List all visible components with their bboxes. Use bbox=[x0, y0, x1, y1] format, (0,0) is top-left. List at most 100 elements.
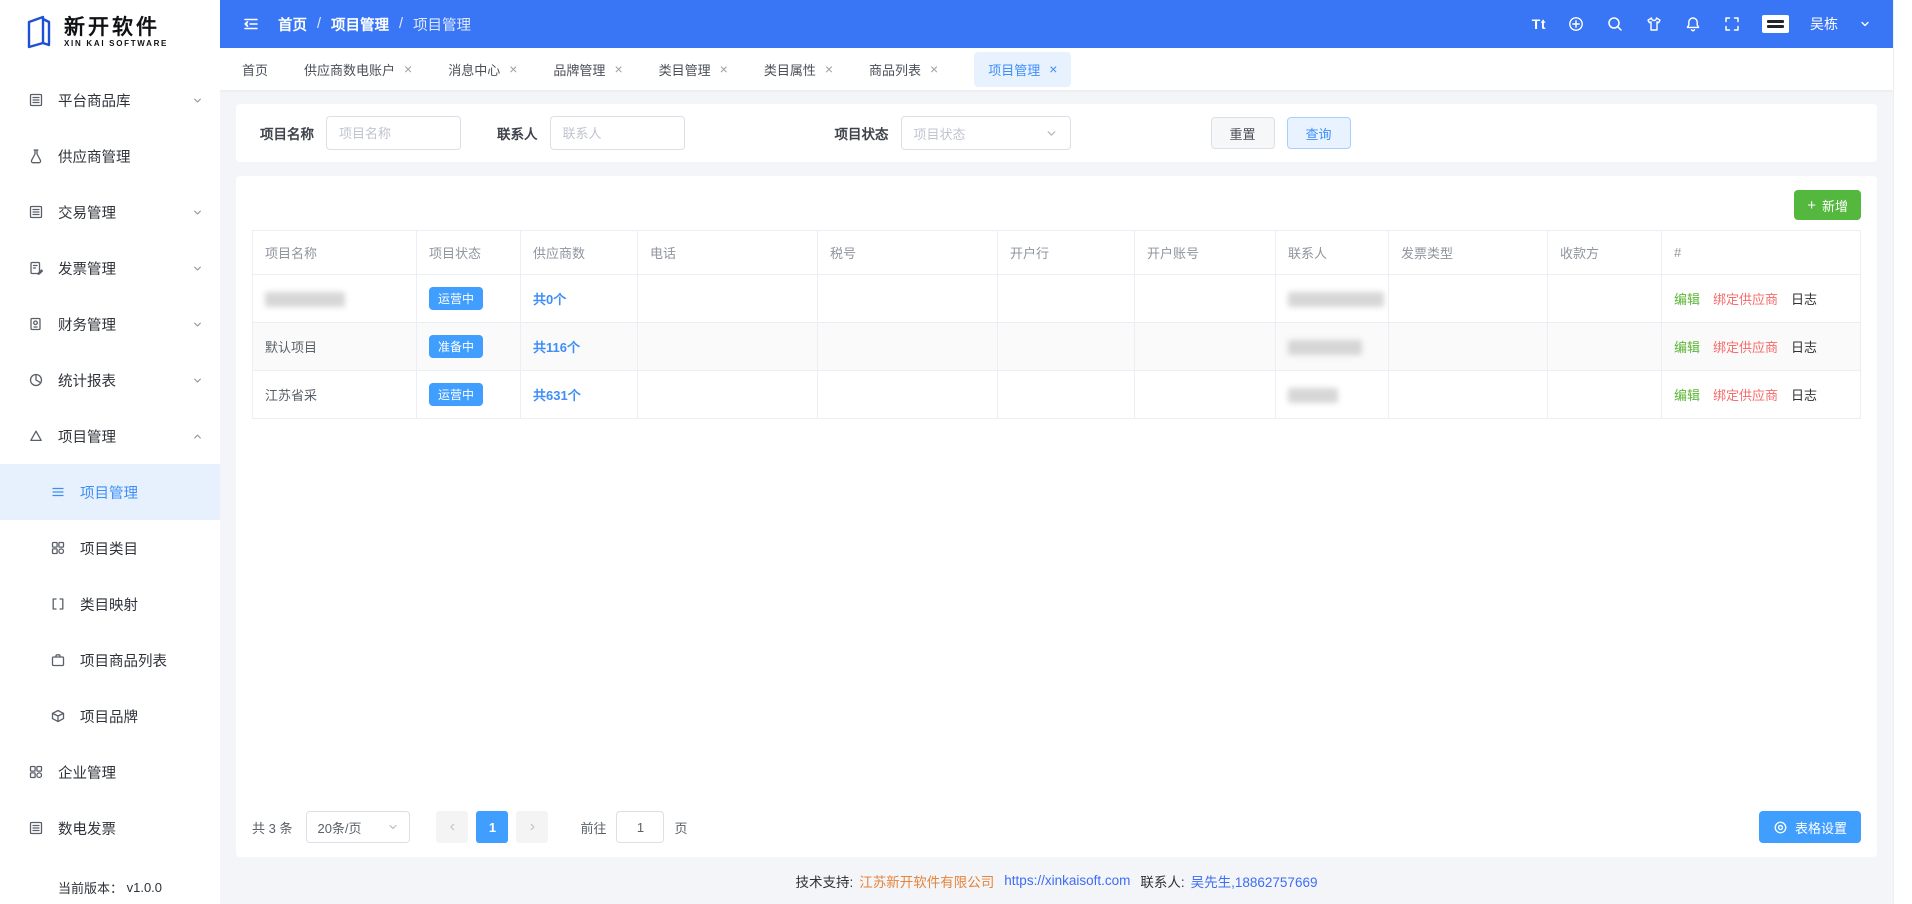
table-settings-button[interactable]: 表格设置 bbox=[1759, 811, 1861, 843]
tab-goods-list[interactable]: 商品列表 × bbox=[869, 60, 938, 79]
font-size-icon[interactable]: Tt bbox=[1532, 16, 1546, 32]
sidebar-item-project-category[interactable]: 项目类目 bbox=[0, 520, 220, 576]
sidebar-item-category-mapping[interactable]: 类目映射 bbox=[0, 576, 220, 632]
breadcrumb-item[interactable]: 首页 bbox=[278, 14, 307, 35]
doc-seal-icon bbox=[28, 316, 44, 332]
sidebar-item-label: 交易管理 bbox=[58, 202, 116, 223]
current-page-button[interactable]: 1 bbox=[476, 811, 508, 843]
app-name: 新开软件 bbox=[64, 16, 168, 39]
edit-link[interactable]: 编辑 bbox=[1674, 388, 1700, 403]
close-icon[interactable]: × bbox=[825, 62, 833, 76]
topbar-actions: Tt 吴栋 bbox=[1532, 14, 1871, 34]
sidebar-item-label: 发票管理 bbox=[58, 258, 116, 279]
sidebar-item-enterprise-mgmt[interactable]: 企业管理 bbox=[0, 744, 220, 800]
column-header: # bbox=[1662, 231, 1861, 275]
edit-link[interactable]: 编辑 bbox=[1674, 292, 1700, 307]
sidebar: 新开软件 XIN KAI SOFTWARE 平台商品库 供应商管理 交易管理 发… bbox=[0, 0, 220, 904]
projects-table: 项目名称项目状态供应商数电话税号开户行开户账号联系人发票类型收款方# 运营中 共… bbox=[252, 230, 1861, 419]
project-name: 江苏省采 bbox=[265, 388, 317, 403]
sidebar-item-project-mgmt-list[interactable]: 项目管理 bbox=[0, 464, 220, 520]
total-count: 共 3 条 bbox=[252, 818, 292, 837]
reset-button[interactable]: 重置 bbox=[1211, 117, 1275, 149]
close-icon[interactable]: × bbox=[404, 62, 412, 76]
log-link[interactable]: 日志 bbox=[1791, 340, 1817, 355]
contact-input[interactable] bbox=[550, 116, 685, 150]
supplier-count-link[interactable]: 共0个 bbox=[533, 292, 566, 307]
supplier-count-link[interactable]: 共116个 bbox=[533, 340, 580, 355]
close-icon[interactable]: × bbox=[509, 62, 517, 76]
supplier-count-link[interactable]: 共631个 bbox=[533, 388, 581, 403]
close-icon[interactable]: × bbox=[614, 62, 622, 76]
close-icon[interactable]: × bbox=[930, 62, 938, 76]
prev-page-button[interactable]: ‹ bbox=[436, 811, 468, 843]
next-page-button[interactable]: › bbox=[516, 811, 548, 843]
log-link[interactable]: 日志 bbox=[1791, 292, 1817, 307]
avatar[interactable] bbox=[1762, 15, 1789, 33]
chevron-down-icon bbox=[191, 318, 204, 331]
goto-page-input[interactable] bbox=[616, 811, 664, 843]
chevron-down-icon[interactable] bbox=[1859, 18, 1871, 30]
column-header: 开户账号 bbox=[1135, 231, 1276, 275]
project-status-select[interactable]: 项目状态 bbox=[901, 116, 1071, 150]
notification-icon[interactable] bbox=[1684, 15, 1702, 33]
search-icon[interactable] bbox=[1606, 15, 1624, 33]
tab-brand-mgmt[interactable]: 品牌管理 × bbox=[553, 60, 622, 79]
page-size-select[interactable]: 20条/页 bbox=[306, 811, 410, 843]
mapping-icon bbox=[50, 596, 66, 612]
list-icon bbox=[28, 92, 44, 108]
sidebar-item-finance-mgmt[interactable]: 财务管理 bbox=[0, 296, 220, 352]
tab-home[interactable]: 首页 bbox=[242, 60, 268, 79]
redacted-text bbox=[1288, 292, 1384, 307]
sidebar-item-trade-mgmt[interactable]: 交易管理 bbox=[0, 184, 220, 240]
tab-category-mgmt[interactable]: 类目管理 × bbox=[659, 60, 728, 79]
sidebar-item-invoice-mgmt[interactable]: 发票管理 bbox=[0, 240, 220, 296]
chart-icon bbox=[28, 372, 44, 388]
sidebar-item-supplier-mgmt[interactable]: 供应商管理 bbox=[0, 128, 220, 184]
top-header: 首页 / 项目管理 / 项目管理 Tt 吴栋 bbox=[220, 0, 1893, 48]
page-unit-label: 页 bbox=[674, 818, 687, 837]
log-link[interactable]: 日志 bbox=[1791, 388, 1817, 403]
footer-contact[interactable]: 吴先生,18862757669 bbox=[1191, 871, 1318, 891]
status-badge: 运营中 bbox=[429, 287, 483, 310]
tab-category-attr[interactable]: 类目属性 × bbox=[764, 60, 833, 79]
sidebar-item-digital-invoice[interactable]: 数电发票 bbox=[0, 800, 220, 856]
sidebar-item-stats-report[interactable]: 统计报表 bbox=[0, 352, 220, 408]
theme-icon[interactable] bbox=[1645, 15, 1663, 33]
breadcrumb-item[interactable]: 项目管理 bbox=[331, 14, 389, 35]
search-button[interactable]: 查询 bbox=[1287, 117, 1351, 149]
tab-label: 项目管理 bbox=[988, 60, 1040, 79]
bind-supplier-link[interactable]: 绑定供应商 bbox=[1713, 340, 1778, 355]
project-name-input[interactable] bbox=[326, 116, 461, 150]
fullscreen-icon[interactable] bbox=[1723, 15, 1741, 33]
breadcrumb-separator: / bbox=[399, 16, 403, 32]
collapse-sidebar-icon[interactable] bbox=[242, 15, 260, 33]
menu-lines-icon bbox=[50, 484, 66, 500]
project-name-label: 项目名称 bbox=[260, 123, 314, 143]
close-icon[interactable]: × bbox=[720, 62, 728, 76]
add-button[interactable]: + 新增 bbox=[1794, 190, 1861, 220]
sidebar-item-project-brand[interactable]: 项目品牌 bbox=[0, 688, 220, 744]
username[interactable]: 吴栋 bbox=[1810, 14, 1838, 34]
sidebar-item-label: 财务管理 bbox=[58, 314, 116, 335]
website-link[interactable]: https://xinkaisoft.com bbox=[1004, 873, 1130, 888]
close-icon[interactable]: × bbox=[1049, 62, 1057, 76]
sidebar-item-project-goods-list[interactable]: 项目商品列表 bbox=[0, 632, 220, 688]
edit-link[interactable]: 编辑 bbox=[1674, 340, 1700, 355]
breadcrumb-item[interactable]: 项目管理 bbox=[413, 14, 471, 35]
scrollbar[interactable] bbox=[1893, 0, 1912, 904]
breadcrumb-separator: / bbox=[317, 16, 321, 32]
tab-project-mgmt[interactable]: 项目管理 × bbox=[974, 52, 1071, 87]
chevron-down-icon bbox=[191, 374, 204, 387]
tab-bar: 首页 供应商数电账户 × 消息中心 × 品牌管理 × 类目管理 × 类目属性 ×… bbox=[220, 48, 1893, 90]
locate-icon[interactable] bbox=[1567, 15, 1585, 33]
sidebar-item-platform-products[interactable]: 平台商品库 bbox=[0, 72, 220, 128]
tab-supplier-digital-account[interactable]: 供应商数电账户 × bbox=[304, 60, 412, 79]
tab-label: 商品列表 bbox=[869, 60, 921, 79]
column-header: 开户行 bbox=[998, 231, 1135, 275]
bind-supplier-link[interactable]: 绑定供应商 bbox=[1713, 388, 1778, 403]
column-header: 收款方 bbox=[1548, 231, 1662, 275]
tab-message-center[interactable]: 消息中心 × bbox=[448, 60, 517, 79]
sidebar-item-project-mgmt[interactable]: 项目管理 bbox=[0, 408, 220, 464]
bind-supplier-link[interactable]: 绑定供应商 bbox=[1713, 292, 1778, 307]
filter-project-name: 项目名称 bbox=[260, 116, 461, 150]
